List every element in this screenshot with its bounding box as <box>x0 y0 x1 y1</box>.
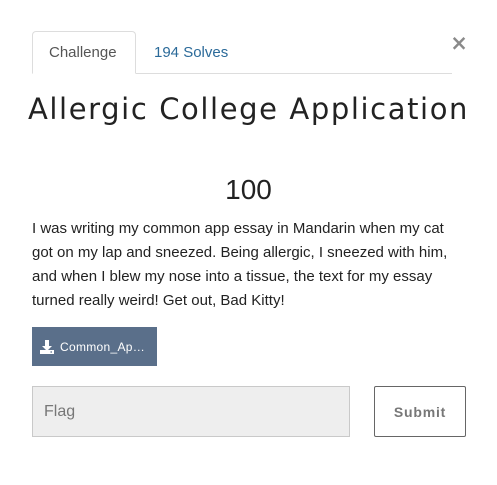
tab-challenge-label: Challenge <box>49 44 117 61</box>
submit-button[interactable]: Submit <box>374 386 466 437</box>
challenge-points: 100 <box>225 174 272 205</box>
tab-solves-label: 194 Solves <box>154 44 229 61</box>
tab-solves[interactable]: 194 Solves <box>137 31 245 72</box>
close-button[interactable]: × <box>450 32 468 54</box>
challenge-modal: × Challenge 194 Solves Allergic College … <box>0 0 497 485</box>
challenge-description: I was writing my common app essay in Man… <box>32 220 448 309</box>
tab-bar: Challenge 194 Solves <box>32 31 452 74</box>
download-icon <box>40 339 54 354</box>
challenge-title: Allergic College Application <box>27 92 470 126</box>
tab-challenge[interactable]: Challenge <box>32 31 136 74</box>
flag-input[interactable] <box>32 386 350 437</box>
download-file-button[interactable]: Common_Ap… <box>32 327 157 366</box>
file-name-label: Common_Ap… <box>60 339 146 354</box>
close-icon: × <box>450 31 468 55</box>
